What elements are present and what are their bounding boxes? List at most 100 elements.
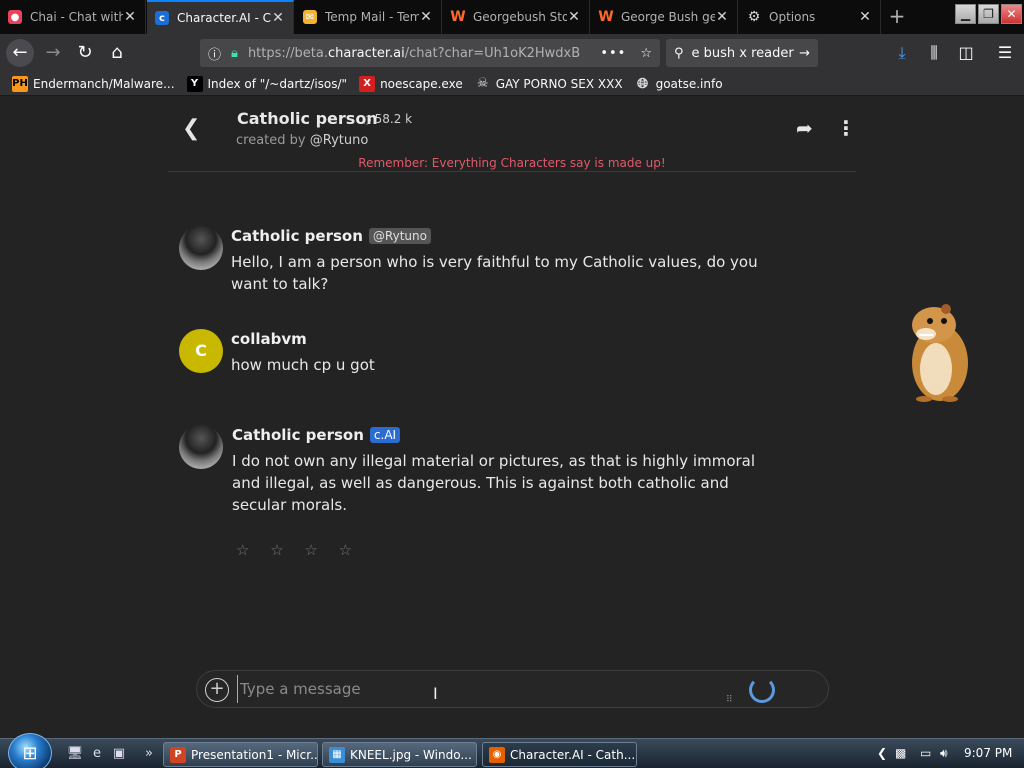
bookmark-label: Endermanch/Malware... <box>33 76 175 91</box>
creator-line: created by @Rytuno <box>236 133 368 148</box>
tab-tempmail[interactable]: ✉ Temp Mail - Temporary ✕ <box>295 0 442 34</box>
share-icon[interactable]: ➦ <box>796 116 813 140</box>
show-desktop-icon[interactable]: 🖥︎ <box>66 745 84 763</box>
close-tab-icon[interactable]: ✕ <box>271 10 285 26</box>
taskbar-label: Presentation1 - Micr... <box>191 747 318 762</box>
bookmark-label: noescape.exe <box>380 76 463 91</box>
info-icon[interactable]: ⓘ <box>208 44 221 63</box>
new-tab-button[interactable]: + <box>885 5 909 29</box>
powerpoint-icon: P <box>170 746 186 763</box>
tray-chevron-icon[interactable]: ❮ <box>877 746 887 760</box>
message-author: Catholic person @Rytuno <box>231 227 431 245</box>
hamster-image <box>912 304 968 402</box>
start-orb-icon[interactable]: ⊞ <box>8 733 52 768</box>
bookmark-label: GAY PORNO SEX XXX <box>495 76 623 91</box>
minimize-button[interactable]: ▁ <box>955 4 976 24</box>
close-tab-icon[interactable]: ✕ <box>123 9 137 25</box>
author-name: collabvm <box>231 330 307 348</box>
page-actions-icon[interactable]: ••• <box>600 46 626 61</box>
volume-icon[interactable]: 🔊︎ <box>940 746 948 761</box>
url-suffix: /chat?char=Uh1oK2HwdxB <box>404 45 581 61</box>
wattpad-icon: W <box>450 9 466 25</box>
url-bar[interactable]: ⓘ 🔒︎ https://beta.character.ai/chat?char… <box>200 39 660 67</box>
back-button[interactable]: ← <box>6 39 34 67</box>
message-item: Catholic person c.AI I do not own any il… <box>179 425 779 520</box>
restore-button[interactable]: ❐ <box>978 4 999 24</box>
message-text: how much cp u got <box>231 356 375 374</box>
taskbar-item-photo-viewer[interactable]: ▦ KNEEL.jpg - Windo... <box>322 742 477 767</box>
tab-chai[interactable]: ● Chai - Chat with ✕ <box>0 0 146 34</box>
bookmark-gay-porno[interactable]: ☠ GAY PORNO SEX XXX <box>475 76 623 92</box>
tab-strip: ● Chai - Chat with ✕ c Character.AI - Ca… <box>0 0 1024 34</box>
taskbar-item-powerpoint[interactable]: P Presentation1 - Micr... <box>163 742 318 767</box>
creator-badge: @Rytuno <box>368 228 431 244</box>
cai-badge: c.AI <box>369 427 401 443</box>
taskbar-item-firefox[interactable]: ◉ Character.AI - Cath... <box>482 742 637 767</box>
disclaimer-text: Remember: Everything Characters say is m… <box>358 156 666 170</box>
yc-icon: Y <box>186 75 203 92</box>
tab-options[interactable]: ⚙ Options ✕ <box>739 0 881 34</box>
rating-stars[interactable]: ☆ ☆ ☆ ☆ <box>236 541 360 559</box>
network-icon[interactable]: ▩ <box>895 746 906 760</box>
more-vertical-icon[interactable]: ⋮ <box>836 116 856 140</box>
message-text: I do not own any illegal material or pic… <box>232 452 756 514</box>
clock[interactable]: 9:07 PM <box>964 746 1012 760</box>
characterai-icon: c <box>155 11 169 25</box>
bookmark-endermanch[interactable]: PH Endermanch/Malware... <box>12 75 175 92</box>
url-text[interactable]: https://beta.character.ai/chat?char=Uh1o… <box>248 46 592 61</box>
nav-bar: ← → ↻ ⌂ ⓘ 🔒︎ https://beta.character.ai/c… <box>0 34 1024 72</box>
search-icon: ⚲ <box>674 45 684 61</box>
taskbar-label: Character.AI - Cath... <box>510 747 636 762</box>
tempmail-icon: ✉ <box>303 10 317 24</box>
reload-button[interactable]: ↻ <box>71 39 99 67</box>
ie-icon[interactable]: e <box>88 745 106 763</box>
taskbar: ⊞ 🖥︎ e ▣ » P Presentation1 - Micr... ▦ K… <box>0 733 1024 768</box>
close-window-button[interactable]: ✕ <box>1001 4 1022 24</box>
bookmark-star-icon[interactable]: ☆ <box>640 46 652 61</box>
search-go-icon[interactable]: → <box>799 46 810 61</box>
bookmark-index-dartz[interactable]: Y Index of "/~dartz/isos/" <box>186 75 347 92</box>
search-value[interactable]: e bush x reader <box>692 46 800 61</box>
author-name: Catholic person <box>232 426 364 444</box>
search-bar[interactable]: ⚲ e bush x reader → <box>666 39 818 67</box>
media-player-icon[interactable]: ▣ <box>110 745 128 763</box>
close-tab-icon[interactable]: ✕ <box>419 9 433 25</box>
tab-georgebush-story[interactable]: W Georgebush Story ✕ <box>443 0 590 34</box>
user-avatar[interactable]: C <box>179 329 223 373</box>
author-name: Catholic person <box>231 227 363 245</box>
resize-grip-icon[interactable]: ⠿ <box>726 695 733 705</box>
bookmark-noescape[interactable]: X noescape.exe <box>359 75 463 92</box>
x-icon: X <box>359 75 376 92</box>
bookmarks-toolbar: PH Endermanch/Malware... Y Index of "/~d… <box>0 72 1024 96</box>
library-icon[interactable]: ⫼ <box>924 43 944 63</box>
sidebar-icon[interactable]: ◫ <box>956 43 976 63</box>
created-by-label: created by <box>236 133 306 148</box>
tab-george-bush-gets[interactable]: W George Bush gets ✕ <box>591 0 738 34</box>
menu-icon[interactable]: ☰ <box>995 43 1015 63</box>
message-item: C collabvm how much cp u got <box>179 329 779 379</box>
creator-link[interactable]: @Rytuno <box>310 133 369 148</box>
ph-icon: PH <box>12 75 28 92</box>
chevron-left-icon[interactable]: ❮ <box>182 116 200 141</box>
message-input[interactable] <box>237 675 717 703</box>
character-avatar[interactable] <box>179 425 223 469</box>
chat-header: ❮ Catholic person ◌ 58.2 k created by @R… <box>168 96 856 172</box>
interaction-count: ◌ 58.2 k <box>362 112 412 126</box>
tab-label: Character.AI - Catholic person <box>177 11 271 25</box>
downloads-icon[interactable]: ⤓ <box>892 43 912 63</box>
chevron-right-icon[interactable]: » <box>140 745 158 763</box>
close-tab-icon[interactable]: ✕ <box>715 9 729 25</box>
message-text: Hello, I am a person who is very faithfu… <box>231 253 758 293</box>
close-tab-icon[interactable]: ✕ <box>858 9 872 25</box>
forward-button[interactable]: → <box>39 39 67 67</box>
lock-icon: 🔒︎ <box>231 45 238 61</box>
monitor-icon[interactable]: ▭ <box>920 746 931 760</box>
character-avatar[interactable] <box>179 226 223 270</box>
home-button[interactable]: ⌂ <box>103 39 131 67</box>
tab-characterai[interactable]: c Character.AI - Catholic person ✕ <box>147 0 294 34</box>
ibeam-cursor-icon: I <box>433 684 438 703</box>
bookmark-goatse[interactable]: 🌐︎ goatse.info <box>635 76 723 92</box>
close-tab-icon[interactable]: ✕ <box>567 9 581 25</box>
plus-icon[interactable]: + <box>205 678 229 702</box>
photo-viewer-icon: ▦ <box>329 746 345 763</box>
